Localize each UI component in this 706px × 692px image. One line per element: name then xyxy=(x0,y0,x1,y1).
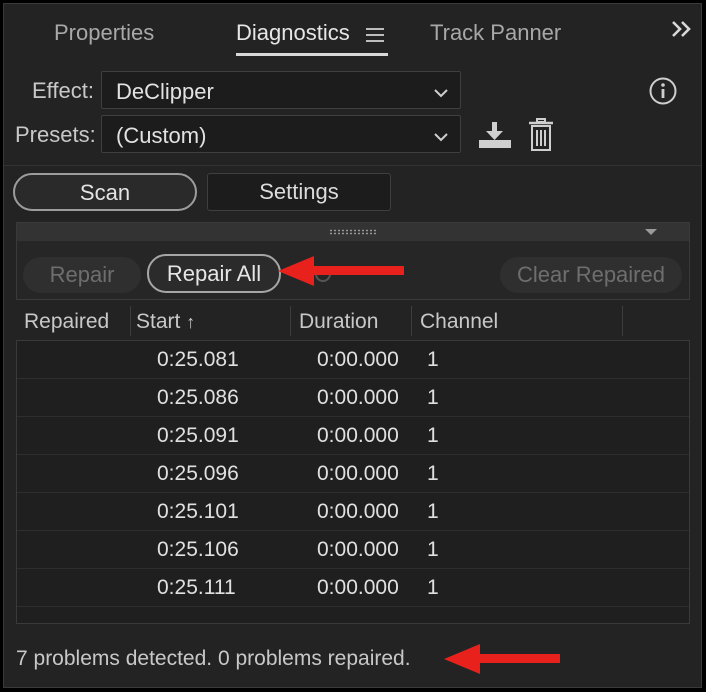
cell-duration: 0:00.000 xyxy=(317,348,399,371)
table-row[interactable]: 0:25.091 0:00.000 1 xyxy=(17,417,689,455)
cell-channel: 1 xyxy=(427,348,439,371)
table-row[interactable]: 0:25.101 0:00.000 1 xyxy=(17,493,689,531)
column-header-channel[interactable]: Channel xyxy=(420,310,498,334)
grip-icon[interactable] xyxy=(329,229,377,235)
tab-track-panner[interactable]: Track Panner xyxy=(430,20,561,46)
presets-label: Presets: xyxy=(15,122,96,147)
cell-start: 0:25.096 xyxy=(157,462,239,485)
double-chevron-right-icon[interactable] xyxy=(670,18,694,42)
panel-tabs: Properties Diagnostics Track Panner xyxy=(4,4,701,56)
presets-select[interactable]: (Custom) xyxy=(101,115,461,153)
column-divider xyxy=(290,306,291,336)
sort-up-arrow-icon: ↑ xyxy=(186,312,196,332)
cell-channel: 1 xyxy=(427,538,439,561)
hamburger-menu-icon[interactable] xyxy=(366,28,384,42)
chevron-down-icon xyxy=(434,85,448,103)
table-row[interactable]: 0:25.106 0:00.000 1 xyxy=(17,531,689,569)
scan-button[interactable]: Scan xyxy=(13,173,197,211)
repair-button[interactable]: Repair xyxy=(23,257,141,293)
cell-duration: 0:00.000 xyxy=(317,576,399,599)
settings-button[interactable]: Settings xyxy=(207,173,391,211)
diagnostics-panel: Properties Diagnostics Track Panner Effe… xyxy=(3,3,702,688)
cell-start: 0:25.106 xyxy=(157,538,239,561)
column-header-start[interactable]: Start ↑ xyxy=(136,310,195,334)
column-divider xyxy=(622,306,623,336)
cell-channel: 1 xyxy=(427,386,439,409)
presets-select-value: (Custom) xyxy=(116,123,207,148)
table-row[interactable]: 0:25.081 0:00.000 1 xyxy=(17,341,689,379)
column-header-duration[interactable]: Duration xyxy=(299,310,378,334)
cell-duration: 0:00.000 xyxy=(317,462,399,485)
collapse-header[interactable] xyxy=(17,223,689,241)
cell-channel: 1 xyxy=(427,576,439,599)
cell-channel: 1 xyxy=(427,424,439,447)
column-divider xyxy=(130,306,131,336)
table-row[interactable]: 0:25.111 0:00.000 1 xyxy=(17,569,689,607)
cell-channel: 1 xyxy=(427,462,439,485)
save-preset-icon[interactable] xyxy=(477,120,513,150)
problems-table: 0:25.081 0:00.000 1 0:25.086 0:00.000 1 … xyxy=(16,340,690,624)
tab-diagnostics[interactable]: Diagnostics xyxy=(236,20,350,46)
cell-start: 0:25.091 xyxy=(157,424,239,447)
annotation-arrow-icon xyxy=(444,644,560,674)
effect-select[interactable]: DeClipper xyxy=(101,71,461,109)
repair-all-button[interactable]: Repair All xyxy=(147,254,281,293)
divider xyxy=(4,165,701,166)
cell-start: 0:25.111 xyxy=(157,576,236,599)
cell-duration: 0:00.000 xyxy=(317,386,399,409)
cell-duration: 0:00.000 xyxy=(317,538,399,561)
cell-duration: 0:00.000 xyxy=(317,500,399,523)
cell-channel: 1 xyxy=(427,500,439,523)
column-header-repaired[interactable]: Repaired xyxy=(24,310,109,334)
clear-repaired-button[interactable]: Clear Repaired xyxy=(500,257,682,293)
table-header: Repaired Start ↑ Duration Channel xyxy=(4,302,701,340)
chevron-down-icon xyxy=(434,129,448,147)
cell-duration: 0:00.000 xyxy=(317,424,399,447)
caret-down-icon[interactable] xyxy=(645,229,657,235)
cell-start: 0:25.081 xyxy=(157,348,239,371)
cell-start: 0:25.086 xyxy=(157,386,239,409)
effect-select-value: DeClipper xyxy=(116,79,214,104)
effect-label: Effect: xyxy=(32,78,94,103)
column-header-start-label: Start xyxy=(136,310,181,333)
status-text: 7 problems detected. 0 problems repaired… xyxy=(16,647,411,670)
table-row[interactable]: 0:25.096 0:00.000 1 xyxy=(17,455,689,493)
cell-start: 0:25.101 xyxy=(157,500,239,523)
trash-icon[interactable] xyxy=(528,118,554,152)
table-row[interactable]: 0:25.086 0:00.000 1 xyxy=(17,379,689,417)
active-tab-indicator xyxy=(236,53,388,56)
annotation-arrow-icon xyxy=(278,256,404,286)
info-icon[interactable] xyxy=(649,77,677,105)
column-divider xyxy=(411,306,412,336)
tab-properties[interactable]: Properties xyxy=(54,20,154,46)
